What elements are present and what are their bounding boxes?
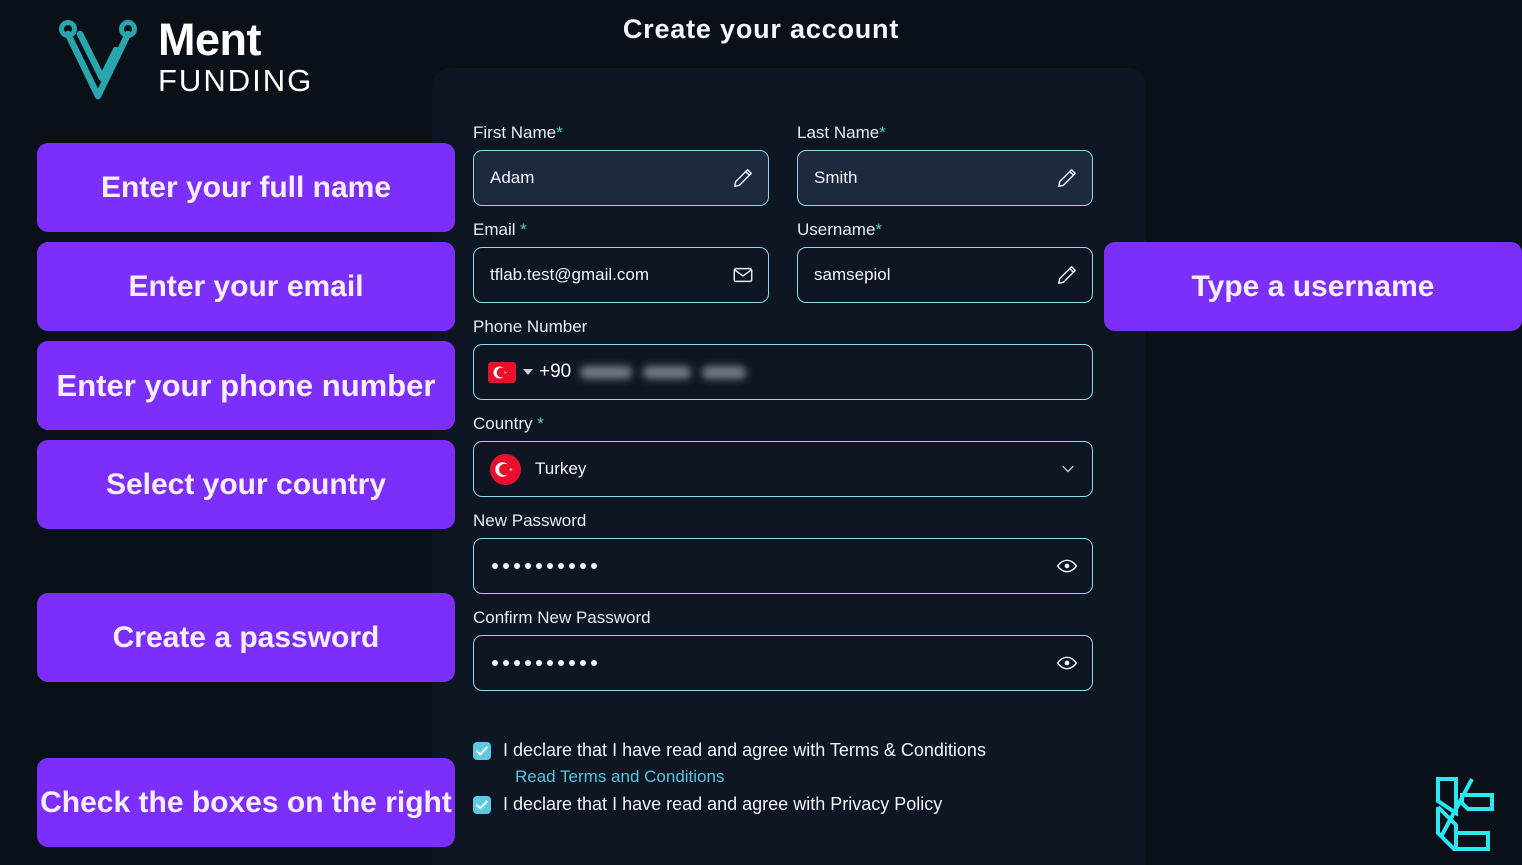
callout-country: Select your country [37, 440, 455, 529]
callout-email: Enter your email [37, 242, 455, 331]
privacy-agreement-text: I declare that I have read and agree wit… [503, 794, 943, 814]
required-asterisk: * [879, 123, 886, 142]
email-label: Email * [473, 220, 527, 239]
required-asterisk: * [537, 414, 544, 433]
check-icon [476, 745, 488, 755]
username-input[interactable]: samsepiol [797, 247, 1093, 303]
country-select[interactable]: Turkey [473, 441, 1093, 497]
last-name-field: Last Name* Smith [797, 123, 1093, 206]
email-input[interactable]: tflab.test@gmail.com [473, 247, 769, 303]
phone-field: Phone Number +90 [473, 317, 1093, 400]
brand-subtitle: FUNDING [158, 63, 314, 98]
phone-number-masked [580, 365, 747, 379]
caret-down-icon[interactable] [523, 369, 533, 375]
email-field: Email * tflab.test@gmail.com [473, 220, 769, 303]
country-field: Country * Turkey [473, 414, 1093, 497]
confirm-password-field: Confirm New Password [473, 608, 1093, 691]
name-row: First Name* Adam Last Name* Smith [473, 123, 1093, 206]
eye-icon[interactable] [1056, 652, 1078, 674]
first-name-input[interactable]: Adam [473, 150, 769, 206]
pencil-icon[interactable] [732, 167, 754, 189]
callout-password: Create a password [37, 593, 455, 682]
phone-input[interactable]: +90 [473, 344, 1093, 400]
country-label: Country * [473, 414, 544, 433]
last-name-label: Last Name* [797, 123, 886, 142]
page-title: Create your account [622, 14, 900, 44]
email-username-row: Email * tflab.test@gmail.com Username* s… [473, 220, 1093, 303]
new-password-value [490, 563, 597, 569]
callout-full-name: Enter your full name [37, 143, 455, 232]
read-terms-link[interactable]: Read Terms and Conditions [515, 767, 1093, 787]
first-name-field: First Name* Adam [473, 123, 769, 206]
callout-phone: Enter your phone number [37, 341, 455, 430]
envelope-icon [732, 264, 754, 286]
email-value: tflab.test@gmail.com [490, 265, 649, 284]
first-name-label: First Name* [473, 123, 563, 142]
last-name-value: Smith [814, 168, 858, 187]
phone-dial-code: +90 [539, 361, 572, 382]
confirm-password-value [490, 660, 597, 666]
confirm-password-label: Confirm New Password [473, 608, 651, 627]
privacy-agreement-row[interactable]: I declare that I have read and agree wit… [473, 794, 1093, 815]
turkey-flag-rectangle-icon [488, 361, 516, 383]
new-password-label: New Password [473, 511, 587, 530]
new-password-field: New Password [473, 511, 1093, 594]
required-asterisk: * [875, 220, 883, 239]
callout-username: Type a username [1104, 242, 1522, 331]
country-value: Turkey [535, 459, 587, 478]
required-asterisk: * [556, 123, 563, 142]
eye-icon[interactable] [1056, 555, 1078, 577]
phone-label: Phone Number [473, 317, 588, 336]
required-asterisk: * [520, 220, 527, 239]
terms-agreement-row[interactable]: I declare that I have read and agree wit… [473, 740, 1093, 761]
terms-checkbox[interactable] [473, 741, 491, 760]
last-name-input[interactable]: Smith [797, 150, 1093, 206]
callout-checkboxes: Check the boxes on the right [37, 758, 455, 847]
agreements-section: I declare that I have read and agree wit… [473, 740, 1093, 815]
lc-monogram-icon [1436, 777, 1494, 851]
username-value: samsepiol [814, 265, 891, 284]
privacy-checkbox[interactable] [473, 795, 491, 814]
signup-form-panel: First Name* Adam Last Name* Smith Email … [432, 68, 1146, 865]
turkey-flag-circle-icon [490, 453, 521, 485]
username-field: Username* samsepiol [797, 220, 1093, 303]
new-password-input[interactable] [473, 538, 1093, 594]
chevron-down-icon[interactable] [1058, 459, 1078, 479]
pencil-icon[interactable] [1056, 167, 1078, 189]
first-name-value: Adam [490, 168, 535, 187]
confirm-password-input[interactable] [473, 635, 1093, 691]
signup-page: Ment FUNDING Create your account First N… [0, 0, 1522, 865]
check-icon [476, 799, 488, 809]
username-label: Username* [797, 220, 883, 239]
pencil-icon[interactable] [1056, 264, 1078, 286]
terms-agreement-text: I declare that I have read and agree wit… [503, 740, 986, 760]
